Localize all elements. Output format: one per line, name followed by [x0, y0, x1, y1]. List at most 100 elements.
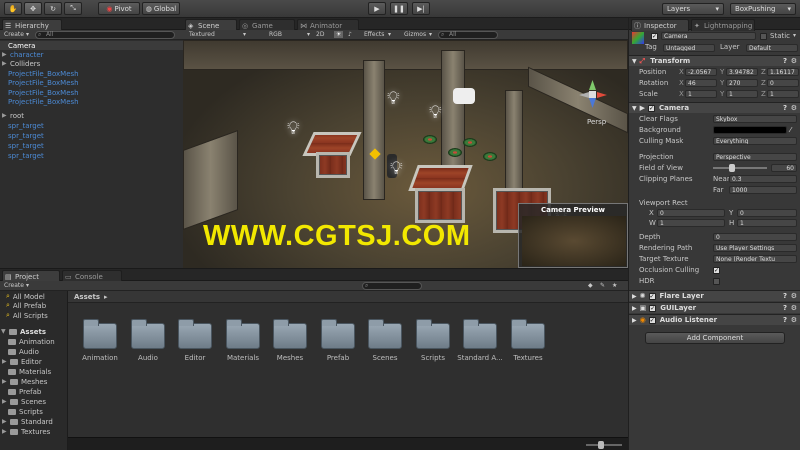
favorite-all-prefabs[interactable]: ⌕ All Prefab: [6, 301, 46, 310]
folder-icon[interactable]: [273, 319, 307, 349]
light-bulb-icon[interactable]: 💡︎: [429, 102, 442, 123]
folder-icon[interactable]: [83, 319, 117, 349]
hierarchy-item-character[interactable]: ▶ character: [0, 50, 183, 59]
fov-slider-track[interactable]: [713, 164, 767, 172]
favorite-all-scripts[interactable]: ⌕ All Scripts: [6, 311, 48, 320]
render-mode-dropdown[interactable]: RGB: [269, 31, 282, 38]
viewport-w-field[interactable]: 1: [657, 219, 725, 227]
gui-layer-header[interactable]: ▶ ▣ ✓ GUILayer ? ⚙: [629, 302, 800, 313]
axis-center-cube[interactable]: [589, 91, 596, 98]
transform-header[interactable]: ▼ ⤢ Transform ? ⚙: [629, 55, 800, 66]
scale-tool-button[interactable]: ⤡: [64, 2, 82, 15]
crate[interactable]: [316, 152, 350, 178]
flare-layer-checkbox[interactable]: ✓: [648, 292, 656, 300]
camera-enabled-checkbox[interactable]: ✓: [648, 104, 656, 112]
audio-listener-header[interactable]: ▶ ◉ ✓ Audio Listener ? ⚙: [629, 314, 800, 325]
x-axis-cone-icon[interactable]: [597, 92, 607, 98]
background-color-field[interactable]: [713, 126, 787, 134]
tab-inspector[interactable]: ⓘ Inspector: [631, 19, 689, 31]
tree-folder[interactable]: ▶ Editor: [2, 357, 42, 366]
help-icon[interactable]: ?: [783, 57, 787, 65]
viewport-y-field[interactable]: 0: [737, 209, 797, 217]
eyedropper-icon[interactable]: ⁄: [790, 126, 791, 134]
object-name-field[interactable]: Camera: [661, 32, 756, 40]
light-bulb-icon[interactable]: 💡︎: [387, 88, 400, 109]
pivot-toggle[interactable]: ◉ Pivot: [98, 2, 140, 15]
expand-arrow-icon[interactable]: ▶: [2, 398, 10, 405]
viewport-h-field[interactable]: 1: [737, 219, 797, 227]
rotation-x-field[interactable]: 46: [685, 79, 717, 87]
collapse-arrow-icon[interactable]: ▼: [632, 58, 637, 65]
gear-icon[interactable]: ⚙: [791, 316, 797, 324]
scene-viewport[interactable]: 💡︎ 💡︎ 💡︎ 💡︎ 💡︎ Persp WWW.CGTSJ.COM Camer…: [183, 40, 628, 268]
audio-toggle-icon[interactable]: ♪: [348, 31, 352, 38]
hierarchy-item-colliders[interactable]: ▶ Colliders: [0, 59, 183, 68]
help-icon[interactable]: ?: [783, 316, 787, 324]
hierarchy-item-spr-target-2[interactable]: spr_target: [0, 131, 183, 140]
occlusion-culling-checkbox[interactable]: ✓: [713, 266, 720, 274]
persp-label[interactable]: Persp: [587, 118, 606, 126]
dropdown-arrow-icon[interactable]: ▾: [793, 32, 796, 39]
hand-tool-button[interactable]: ✋: [4, 2, 22, 15]
active-checkbox[interactable]: ✓: [651, 33, 658, 40]
folder-icon[interactable]: [226, 319, 260, 349]
folder-icon[interactable]: [511, 319, 545, 349]
collapse-arrow-icon[interactable]: ▼: [632, 105, 637, 112]
light-bulb-icon[interactable]: 💡︎: [287, 118, 300, 139]
zoom-slider-thumb[interactable]: [598, 441, 604, 449]
hierarchy-item-boxmesh-1[interactable]: ProjectFile_BoxMesh: [0, 69, 183, 78]
step-button[interactable]: ▶|: [412, 2, 430, 15]
expand-arrow-icon[interactable]: ▼: [1, 328, 9, 335]
hierarchy-item-spr-target-3[interactable]: spr_target: [0, 141, 183, 150]
collapse-arrow-icon[interactable]: ▶: [632, 305, 637, 312]
hierarchy-search-input[interactable]: ⌕ All: [34, 30, 175, 39]
rotation-z-field[interactable]: 0: [767, 79, 799, 87]
hierarchy-item-spr-target-4[interactable]: spr_target: [0, 151, 183, 160]
hdr-checkbox[interactable]: [713, 277, 720, 285]
expand-arrow-icon[interactable]: ▶: [2, 112, 10, 119]
mode-2d-toggle[interactable]: 2D: [316, 31, 324, 38]
gear-icon[interactable]: ⚙: [791, 304, 797, 312]
collapse-arrow-icon[interactable]: ▶: [632, 293, 637, 300]
global-toggle[interactable]: ◍ Global: [142, 2, 180, 15]
tree-folder[interactable]: Materials: [8, 367, 51, 376]
x-axis-cone-icon[interactable]: [579, 92, 589, 98]
rotate-tool-button[interactable]: ↻: [44, 2, 62, 15]
tree-folder[interactable]: ▶ Scenes: [2, 397, 46, 406]
folder-icon[interactable]: [131, 319, 165, 349]
tree-folder[interactable]: ▶ Meshes: [2, 377, 47, 386]
favorite-all-models[interactable]: ⌕ All Model: [6, 292, 45, 301]
play-button[interactable]: ▶: [368, 2, 386, 15]
hierarchy-item-spr-target-1[interactable]: spr_target: [0, 121, 183, 130]
tree-folder[interactable]: ▶ Standard: [2, 417, 53, 426]
move-tool-button[interactable]: ✥: [24, 2, 42, 15]
expand-arrow-icon[interactable]: ▶: [2, 358, 10, 365]
position-z-field[interactable]: 1.16117: [767, 68, 799, 76]
filter-type-icon[interactable]: ◆: [588, 282, 593, 289]
collapse-arrow-icon[interactable]: ▶: [632, 317, 637, 324]
audio-listener-checkbox[interactable]: ✓: [648, 316, 656, 324]
tree-folder[interactable]: ▶ Textures: [2, 427, 50, 436]
light-bulb-icon[interactable]: 💡︎: [390, 158, 403, 179]
rendering-path-dropdown[interactable]: Use Player Settings: [713, 244, 797, 252]
fov-slider-thumb[interactable]: [729, 164, 735, 172]
axis-gizmo[interactable]: [579, 80, 607, 108]
zoom-slider-track[interactable]: [586, 441, 622, 449]
rotation-y-field[interactable]: 270: [726, 79, 758, 87]
layers-dropdown[interactable]: Layers ▾: [662, 3, 724, 15]
tag-dropdown[interactable]: Untagged: [663, 44, 715, 52]
folder-icon[interactable]: [416, 319, 450, 349]
y-axis-cone-icon[interactable]: [589, 80, 596, 90]
tree-folder[interactable]: Scripts: [8, 407, 43, 416]
tree-folder[interactable]: Animation: [8, 337, 55, 346]
camera-gizmo-icon[interactable]: [453, 88, 475, 104]
shading-mode-dropdown[interactable]: Textured: [189, 31, 215, 38]
position-y-field[interactable]: 3.94782: [726, 68, 758, 76]
folder-icon[interactable]: [463, 319, 497, 349]
project-search-input[interactable]: ⌕: [362, 281, 422, 290]
favorite-star-icon[interactable]: ★: [612, 282, 617, 289]
scene-search-input[interactable]: ⌕ All: [438, 30, 498, 39]
breadcrumb-assets[interactable]: Assets: [74, 293, 100, 301]
gizmos-dropdown[interactable]: Gizmos: [404, 31, 426, 38]
clear-flags-dropdown[interactable]: Skybox: [713, 115, 797, 123]
